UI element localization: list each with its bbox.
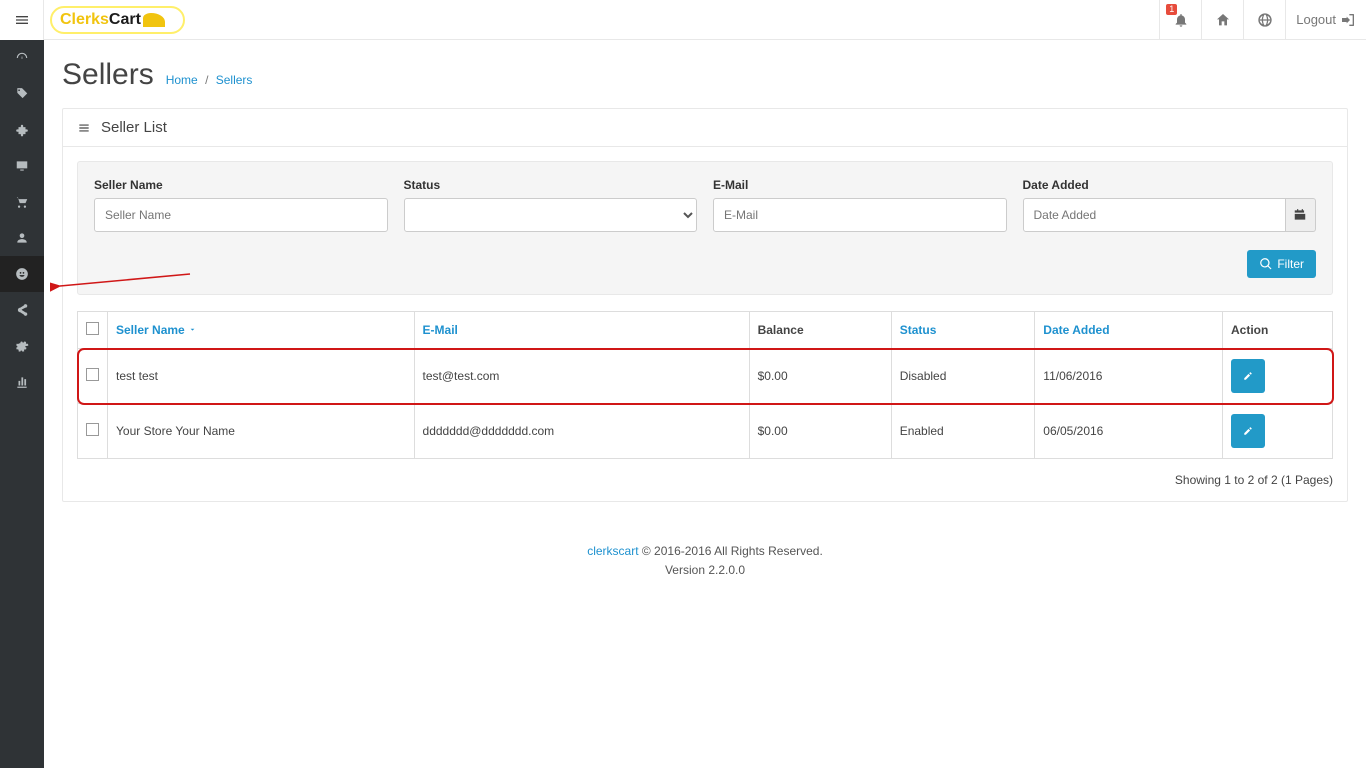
filter-seller-name-label: Seller Name <box>94 178 388 192</box>
sidebar-item-sales[interactable] <box>0 184 44 220</box>
sidebar-item-system[interactable] <box>0 328 44 364</box>
sidebar-item-catalog[interactable] <box>0 76 44 112</box>
header-action: Action <box>1223 312 1333 349</box>
sidebar-item-dashboard[interactable] <box>0 40 44 76</box>
logout-button[interactable]: Logout <box>1285 0 1366 40</box>
puzzle-icon <box>15 123 29 137</box>
panel-heading: Seller List <box>63 109 1347 147</box>
footer-brand-link[interactable]: clerkscart <box>587 544 638 558</box>
main-content: Sellers Home / Sellers Seller List Selle… <box>44 40 1366 610</box>
logo-text-part1: Clerks <box>60 11 109 29</box>
page-title: Sellers <box>62 58 154 92</box>
notification-badge: 1 <box>1166 4 1177 15</box>
pencil-icon <box>1243 424 1253 438</box>
logo-text-part2: Cart <box>109 11 141 29</box>
header-balance: Balance <box>749 312 891 349</box>
sidebar-item-customers[interactable] <box>0 220 44 256</box>
pencil-icon <box>1243 369 1253 383</box>
footer: clerkscart © 2016-2016 All Rights Reserv… <box>62 542 1348 580</box>
home-button[interactable] <box>1201 0 1243 40</box>
globe-icon <box>1257 12 1273 28</box>
sidebar-item-extensions[interactable] <box>0 112 44 148</box>
table-row: Your Store Your Nameddddddd@ddddddd.com$… <box>78 404 1333 459</box>
cell-date: 06/05/2016 <box>1035 404 1223 459</box>
gear-icon <box>15 339 29 353</box>
filter-status-select[interactable] <box>404 198 698 232</box>
logout-icon <box>1340 12 1356 28</box>
hamburger-icon <box>14 12 30 28</box>
user-icon <box>15 231 29 245</box>
date-picker-button[interactable] <box>1286 198 1316 232</box>
home-icon <box>1215 12 1231 28</box>
sidebar-item-marketing[interactable] <box>0 292 44 328</box>
cell-seller-name: Your Store Your Name <box>108 404 415 459</box>
filter-button-label: Filter <box>1277 257 1304 271</box>
filter-email-label: E-Mail <box>713 178 1007 192</box>
seller-table: Seller Name E-Mail Balance Status Date A… <box>77 311 1333 459</box>
sidebar-item-sellers[interactable] <box>0 256 44 292</box>
header-actions: 1 Logout <box>1159 0 1366 40</box>
header-checkbox-cell <box>78 312 108 349</box>
cell-balance: $0.00 <box>749 404 891 459</box>
sidebar <box>0 40 44 768</box>
search-icon <box>1259 257 1273 271</box>
sidebar-item-reports[interactable] <box>0 364 44 400</box>
cell-email: ddddddd@ddddddd.com <box>414 404 749 459</box>
list-icon <box>77 121 91 135</box>
filter-email-input[interactable] <box>713 198 1007 232</box>
dashboard-icon <box>15 51 29 65</box>
row-checkbox[interactable] <box>86 423 99 436</box>
filter-date-label: Date Added <box>1023 178 1317 192</box>
filter-date-input[interactable] <box>1023 198 1286 232</box>
cell-seller-name: test test <box>108 349 415 404</box>
cell-status: Enabled <box>891 404 1035 459</box>
header-seller-name[interactable]: Seller Name <box>108 312 415 349</box>
logo[interactable]: ClerksCart <box>50 4 185 36</box>
logout-label: Logout <box>1296 12 1336 27</box>
cell-status: Disabled <box>891 349 1035 404</box>
pagination-info: Showing 1 to 2 of 2 (1 Pages) <box>77 473 1333 487</box>
calendar-icon <box>1293 208 1307 222</box>
logo-cap-icon <box>143 13 165 27</box>
filter-well: Seller Name Status E-Mail Date Added <box>77 161 1333 295</box>
share-icon <box>15 303 29 317</box>
sort-desc-icon <box>188 325 197 334</box>
chart-icon <box>15 375 29 389</box>
notifications-button[interactable]: 1 <box>1159 0 1201 40</box>
filter-status-label: Status <box>404 178 698 192</box>
cart-icon <box>15 195 29 209</box>
cell-email: test@test.com <box>414 349 749 404</box>
footer-copy: © 2016-2016 All Rights Reserved. <box>639 544 823 558</box>
cell-balance: $0.00 <box>749 349 891 404</box>
edit-button[interactable] <box>1231 414 1265 448</box>
tag-icon <box>15 87 29 101</box>
page-header: Sellers Home / Sellers <box>62 58 1348 92</box>
table-row: test testtest@test.com$0.00Disabled11/06… <box>78 349 1333 404</box>
top-header: ClerksCart 1 Logout <box>0 0 1366 40</box>
panel-title: Seller List <box>101 119 167 136</box>
footer-version: Version 2.2.0.0 <box>62 561 1348 580</box>
breadcrumb-separator: / <box>205 73 208 87</box>
breadcrumb: Home / Sellers <box>166 73 253 87</box>
header-date-added[interactable]: Date Added <box>1035 312 1223 349</box>
header-status[interactable]: Status <box>891 312 1035 349</box>
select-all-checkbox[interactable] <box>86 322 99 335</box>
row-checkbox[interactable] <box>86 368 99 381</box>
breadcrumb-home[interactable]: Home <box>166 73 198 87</box>
store-button[interactable] <box>1243 0 1285 40</box>
filter-button[interactable]: Filter <box>1247 250 1316 278</box>
header-email[interactable]: E-Mail <box>414 312 749 349</box>
cell-date: 11/06/2016 <box>1035 349 1223 404</box>
menu-toggle-button[interactable] <box>0 0 44 40</box>
edit-button[interactable] <box>1231 359 1265 393</box>
sidebar-item-design[interactable] <box>0 148 44 184</box>
desktop-icon <box>15 159 29 173</box>
filter-seller-name-input[interactable] <box>94 198 388 232</box>
smile-icon <box>15 267 29 281</box>
breadcrumb-current[interactable]: Sellers <box>216 73 253 87</box>
seller-list-panel: Seller List Seller Name Status E-Mail <box>62 108 1348 502</box>
